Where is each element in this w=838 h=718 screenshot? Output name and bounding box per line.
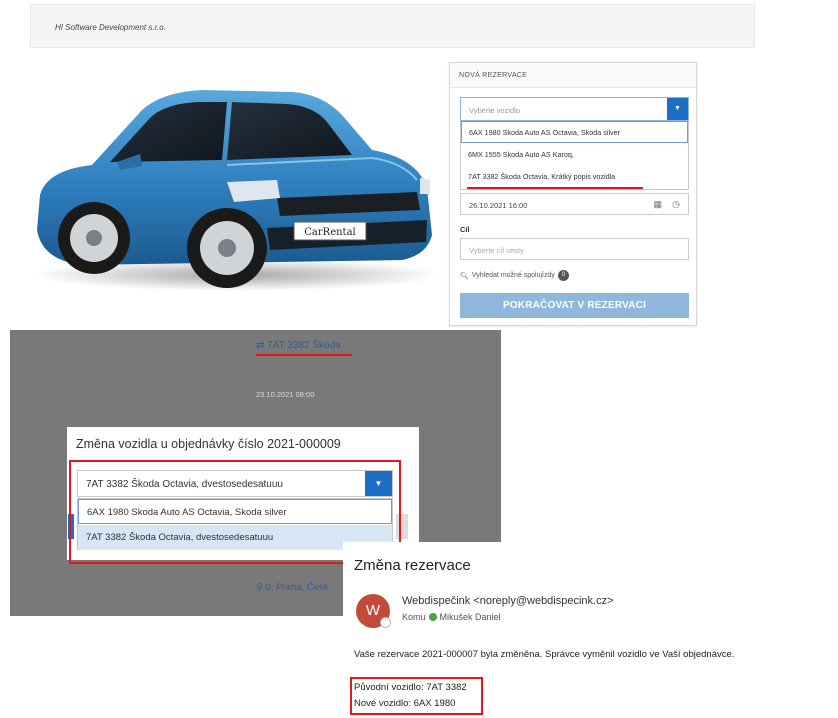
recipient-prefix: Komu <box>402 612 426 622</box>
search-carpool-link[interactable]: 🔍︎ Vyhledat možné spolujízdy 0 <box>460 270 569 281</box>
email-subject: Změna rezervace <box>354 557 471 574</box>
vehicle-dropdown-list: 6AX 1980 Skoda Auto AS Octavia, Skoda si… <box>460 121 689 190</box>
new-reservation-panel: NOVÁ REZERVACE Vyberte vozidlo ▼ 6AX 198… <box>449 62 697 326</box>
red-underline <box>467 187 643 189</box>
vehicle-option[interactable]: 6AX 1980 Skoda Auto AS Octavia, Skoda si… <box>461 121 688 143</box>
company-name: HI Software Development s.r.o. <box>55 23 166 32</box>
red-underline <box>256 354 352 356</box>
vehicle-placeholder: Vyberte vozidlo <box>469 106 520 115</box>
online-status-icon <box>428 613 437 621</box>
vehicle-option[interactable]: 7AT 3382 Škoda Octavia, Krátký popis voz… <box>461 166 688 188</box>
continue-reservation-button[interactable]: POKRAČOVAT V REZERVACI <box>460 293 689 318</box>
date-time-input[interactable]: 26.10.2021 16:00 ▦ ◷ <box>460 193 689 215</box>
modal-title: Změna vozidla u objednávky číslo 2021-00… <box>76 437 341 451</box>
search-link-text: Vyhledat možné spolujízdy <box>471 272 555 279</box>
email-body: Vaše rezervace 2021-000007 byla změněna.… <box>354 649 735 660</box>
presence-icon <box>380 617 391 628</box>
destination-input[interactable]: Vyberte cíl cesty <box>460 238 689 260</box>
red-highlight-box <box>350 677 483 715</box>
destination-placeholder: Vyberte cíl cesty <box>469 246 524 255</box>
car-illustration: CarRental <box>22 70 447 295</box>
date-value: 26.10.2021 16:00 <box>469 201 528 210</box>
order-vehicle-text: 7AT 3382 Škoda <box>267 340 341 351</box>
chevron-down-icon[interactable]: ▼ <box>667 98 688 120</box>
destination-label: Cíl <box>460 225 470 234</box>
order-date: 23.10.2021 08:00 <box>256 390 315 399</box>
email-notification: Změna rezervace W Webdispečink <noreply@… <box>343 542 838 718</box>
map-pin-icon: ⚲ <box>256 582 263 593</box>
carpool-count-badge: 0 <box>557 270 569 281</box>
top-header-bar: HI Software Development s.r.o. <box>30 4 755 48</box>
clock-icon[interactable]: ◷ <box>672 199 680 210</box>
order-location-text: 0, Praha, Česk <box>265 582 329 593</box>
recipient-name[interactable]: Mikušek Daniel <box>440 612 501 622</box>
vehicle-select[interactable]: Vyberte vozidlo ▼ <box>460 97 689 121</box>
email-recipient: Komu Mikušek Daniel <box>402 612 501 622</box>
search-icon: 🔍︎ <box>460 272 469 280</box>
panel-title: NOVÁ REZERVACE <box>450 63 696 88</box>
swap-icon: ⇄ <box>256 340 265 351</box>
calendar-icon[interactable]: ▦ <box>653 199 662 210</box>
order-vehicle-link[interactable]: ⇄ 7AT 3382 Škoda <box>256 340 341 351</box>
order-location[interactable]: ⚲ 0, Praha, Česk <box>256 582 328 593</box>
vehicle-option[interactable]: 6MX 1555 Skoda Auto AS Karoq, <box>461 144 688 166</box>
car-plate-text: CarRental <box>304 227 355 238</box>
email-sender[interactable]: Webdispečink <noreply@webdispecink.cz> <box>402 595 614 607</box>
